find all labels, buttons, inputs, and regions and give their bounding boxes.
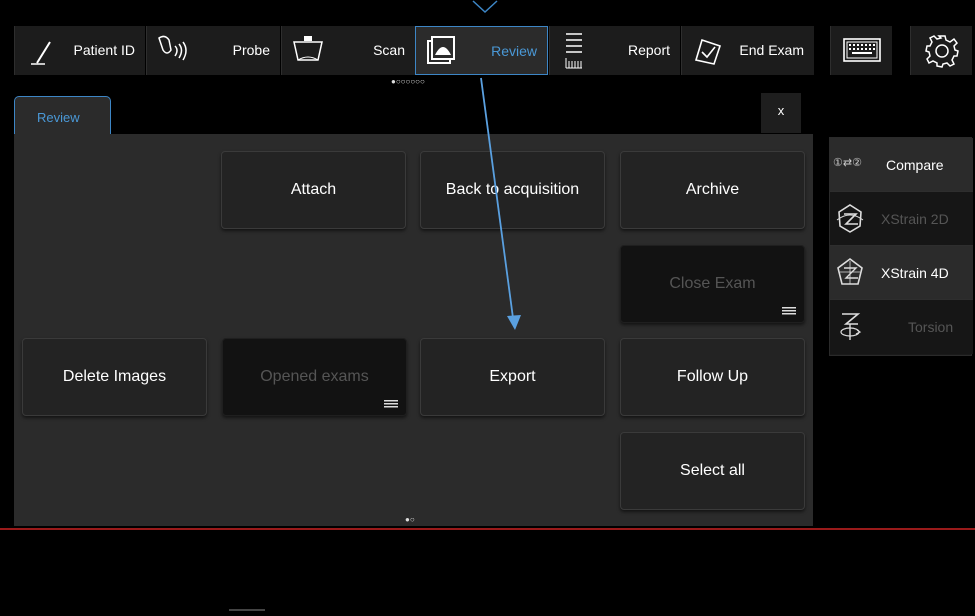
compare-button[interactable]: ①⇄② Compare — [830, 138, 973, 192]
patient-id-button[interactable]: Patient ID — [14, 26, 145, 75]
xstrain-4d-label: XStrain 4D — [881, 265, 949, 281]
patient-id-label: Patient ID — [73, 42, 135, 58]
back-to-acquisition-label: Back to acquisition — [445, 181, 580, 198]
archive-button[interactable]: Archive — [620, 151, 805, 229]
close-exam-button[interactable]: Close Exam — [620, 245, 805, 323]
back-to-acquisition-button[interactable]: Back to acquisition — [420, 151, 605, 229]
attach-button[interactable]: Attach — [221, 151, 406, 229]
review-button[interactable]: Review — [415, 26, 548, 75]
review-panel: Attach Back to acquisition Archive Close… — [14, 134, 813, 526]
analysis-side-panel: ①⇄② Compare XStrain 2D XStrain 4D Torsio… — [829, 137, 973, 356]
torsion-button[interactable]: Torsion — [830, 300, 973, 354]
xstrain-2d-button[interactable]: XStrain 2D — [830, 192, 973, 246]
probe-label: Probe — [232, 42, 270, 58]
report-button[interactable]: Report — [549, 26, 680, 75]
tab-review[interactable]: Review — [14, 96, 111, 134]
menu-lines-icon — [782, 307, 796, 315]
settings-button[interactable] — [910, 26, 972, 75]
end-exam-icon — [694, 38, 722, 65]
scan-button[interactable]: Scan — [281, 26, 415, 75]
scan-label: Scan — [373, 42, 405, 58]
archive-label: Archive — [685, 181, 740, 198]
select-all-label: Select all — [680, 462, 745, 479]
probe-icon — [158, 35, 187, 61]
export-label: Export — [489, 368, 536, 385]
keyboard-icon — [843, 38, 881, 62]
follow-up-label: Follow Up — [676, 368, 749, 385]
opened-exams-label: Opened exams — [260, 368, 369, 385]
torsion-label: Torsion — [908, 319, 954, 335]
export-button[interactable]: Export — [420, 338, 605, 416]
pen-icon — [31, 41, 51, 65]
select-all-button[interactable]: Select all — [620, 432, 805, 510]
review-stack-icon — [427, 36, 455, 64]
xstrain-4d-icon — [837, 258, 863, 285]
end-exam-button[interactable]: End Exam — [681, 26, 814, 75]
keyboard-button[interactable] — [830, 26, 892, 75]
pull-down-indicator-icon[interactable] — [472, 0, 498, 14]
xstrain-2d-label: XStrain 2D — [881, 211, 949, 227]
menu-lines-icon — [384, 400, 398, 408]
bottom-handle[interactable] — [229, 609, 265, 611]
toolbar-page-indicator: ●○○○○○○ — [391, 77, 425, 86]
gear-icon — [925, 35, 959, 68]
compare-icon: ①⇄② — [833, 157, 862, 169]
xstrain-4d-button[interactable]: XStrain 4D — [830, 246, 973, 300]
close-panel-button[interactable]: x — [761, 93, 801, 133]
probe-button[interactable]: Probe — [146, 26, 280, 75]
attach-label: Attach — [290, 181, 337, 198]
torsion-icon — [840, 313, 862, 340]
opened-exams-button[interactable]: Opened exams — [222, 338, 407, 416]
close-exam-label: Close Exam — [669, 275, 756, 292]
panel-bottom-divider — [0, 528, 975, 530]
compare-label: Compare — [886, 157, 944, 173]
delete-images-label: Delete Images — [62, 368, 167, 385]
scan-icon — [293, 36, 323, 61]
delete-images-button[interactable]: Delete Images — [22, 338, 207, 416]
xstrain-2d-icon — [836, 204, 864, 233]
follow-up-button[interactable]: Follow Up — [620, 338, 805, 416]
panel-page-indicator: ●○ — [405, 515, 415, 524]
review-label: Review — [491, 43, 537, 59]
top-toolbar: Patient ID Probe Scan Review Report End … — [0, 0, 975, 88]
end-exam-label: End Exam — [739, 42, 804, 58]
report-label: Report — [627, 42, 670, 58]
report-list-icon — [565, 33, 582, 69]
